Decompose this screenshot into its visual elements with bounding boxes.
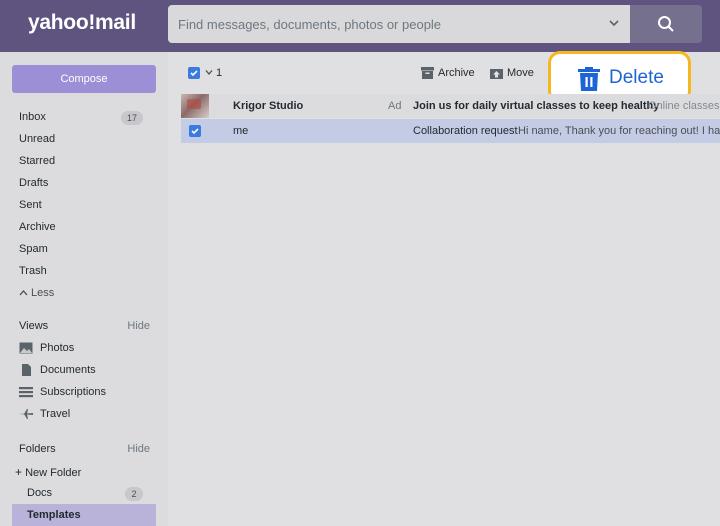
less-label: Less xyxy=(31,287,55,299)
airplane-icon xyxy=(19,409,33,419)
move-icon xyxy=(490,69,503,79)
yahoo-mail-logo[interactable]: yahoo!mail xyxy=(28,11,136,35)
new-folder-button[interactable]: + New Folder xyxy=(15,465,81,479)
header-bar: yahoo!mail xyxy=(0,0,720,52)
view-item-documents[interactable]: Documents xyxy=(19,364,96,376)
view-item-label: Documents xyxy=(40,364,96,376)
archive-button[interactable]: Archive xyxy=(438,67,475,79)
folder-item-docs[interactable]: Docs xyxy=(27,487,52,499)
view-item-photos[interactable]: Photos xyxy=(19,342,74,354)
sidebar-item-starred[interactable]: Starred xyxy=(19,155,55,167)
sidebar-item-sent[interactable]: Sent xyxy=(19,199,42,211)
sidebar: Compose Inbox 17 Unread Starred Drafts S… xyxy=(0,52,168,526)
checkmark-icon xyxy=(191,128,199,135)
search-box[interactable] xyxy=(168,5,630,43)
checkmark-icon xyxy=(190,70,198,77)
sidebar-item-spam[interactable]: Spam xyxy=(19,243,48,255)
sidebar-item-archive[interactable]: Archive xyxy=(19,221,56,233)
less-toggle[interactable]: Less xyxy=(19,287,54,299)
view-item-label: Subscriptions xyxy=(40,386,107,398)
sidebar-item-inbox[interactable]: Inbox xyxy=(19,111,46,123)
search-icon xyxy=(658,16,674,32)
folders-hide-link[interactable]: Hide xyxy=(127,443,150,455)
ad-thumbnail xyxy=(181,94,209,118)
message-checkbox[interactable] xyxy=(189,125,201,137)
ad-tag: Ad xyxy=(388,100,402,112)
message-row-ad[interactable]: Krigor Studio Ad Join us for daily virtu… xyxy=(181,94,720,118)
view-item-label: Photos xyxy=(40,342,75,354)
message-snippet: Online classes d xyxy=(648,100,720,112)
message-sender: me xyxy=(233,125,249,137)
new-folder-label: New Folder xyxy=(25,467,82,479)
view-item-travel[interactable]: Travel xyxy=(19,408,70,420)
folder-item-templates[interactable]: Templates xyxy=(27,509,81,521)
views-hide-link[interactable]: Hide xyxy=(127,320,150,332)
delete-label: Delete xyxy=(609,67,664,88)
archive-icon xyxy=(421,67,434,79)
chevron-up-icon xyxy=(19,290,28,296)
message-row-selected[interactable]: me Collaboration request Hi name, Thank … xyxy=(181,119,720,143)
selected-count: 1 xyxy=(216,67,223,79)
message-sender: Krigor Studio xyxy=(233,100,304,112)
document-icon xyxy=(22,364,31,376)
views-title: Views xyxy=(19,320,49,332)
subscriptions-icon xyxy=(19,387,33,398)
sidebar-item-drafts[interactable]: Drafts xyxy=(19,177,48,189)
chevron-down-icon[interactable] xyxy=(608,17,620,29)
trash-icon xyxy=(578,67,600,91)
folders-title: Folders xyxy=(19,443,56,455)
message-subject: Join us for daily virtual classes to kee… xyxy=(413,100,660,112)
photos-icon xyxy=(19,342,33,354)
select-all-checkbox[interactable] xyxy=(188,67,200,79)
move-button[interactable]: Move xyxy=(507,67,534,79)
plus-icon: + xyxy=(15,465,23,479)
search-input[interactable] xyxy=(168,5,598,43)
compose-button[interactable]: Compose xyxy=(12,65,156,93)
message-snippet: Hi name, Thank you for reaching out! I h… xyxy=(518,125,720,137)
inbox-count-badge: 17 xyxy=(121,111,143,125)
sidebar-item-unread[interactable]: Unread xyxy=(19,133,55,145)
message-subject: Collaboration request xyxy=(413,125,518,137)
view-item-subscriptions[interactable]: Subscriptions xyxy=(19,386,106,398)
search-button[interactable] xyxy=(630,5,702,43)
sidebar-item-trash[interactable]: Trash xyxy=(19,265,47,277)
view-item-label: Travel xyxy=(40,408,71,420)
docs-count-badge: 2 xyxy=(125,487,143,501)
chevron-down-icon[interactable] xyxy=(205,69,213,76)
